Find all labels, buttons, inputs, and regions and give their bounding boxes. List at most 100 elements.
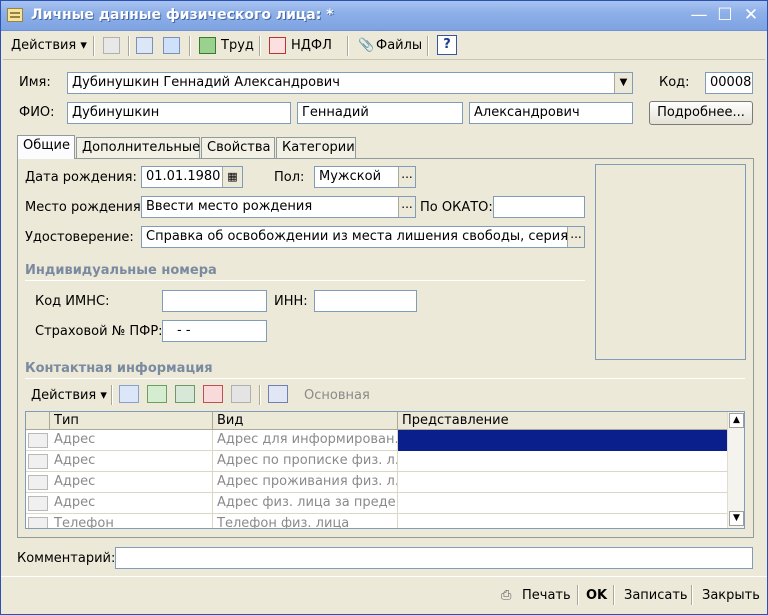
row-type: Адрес xyxy=(50,472,213,493)
structure-icon[interactable] xyxy=(136,37,153,54)
select-dots-icon[interactable]: ... xyxy=(398,167,415,187)
main-button[interactable]: Основная xyxy=(304,388,370,403)
calendar-icon[interactable]: ▦ xyxy=(222,167,242,187)
address-icon xyxy=(28,475,48,490)
address-icon xyxy=(28,433,48,448)
row-view[interactable] xyxy=(398,451,728,472)
photo-area[interactable] xyxy=(595,164,746,360)
birth-date-label: Дата рождения: xyxy=(25,170,137,185)
imns-field[interactable] xyxy=(162,290,267,312)
okato-field[interactable] xyxy=(493,196,585,218)
delete-row-icon[interactable] xyxy=(203,385,223,403)
contacts-title: Контактная информация xyxy=(25,361,213,376)
code-field[interactable]: 00008 xyxy=(705,72,753,94)
name-field[interactable]: Дубинушкин Геннадий Александрович ▼ xyxy=(67,72,633,94)
go-to-icon[interactable] xyxy=(163,37,180,54)
imns-label: Код ИМНС: xyxy=(35,294,110,309)
id-doc-label: Удостоверение: xyxy=(25,230,134,245)
tab-properties[interactable]: Свойства xyxy=(201,137,275,158)
pfr-field[interactable]: - - xyxy=(162,320,267,342)
fio-label: ФИО: xyxy=(19,105,55,120)
address-icon xyxy=(28,454,48,469)
save-button[interactable]: Записать xyxy=(624,585,688,607)
contacts-table[interactable]: Тип Вид Представление Адрес Адрес для ин… xyxy=(25,411,745,529)
labor-button[interactable]: Труд xyxy=(221,35,254,57)
toolbar: Действия ▾ Труд НДФЛ 📎 Файлы ? xyxy=(3,32,765,60)
paperclip-icon: 📎 xyxy=(358,38,375,53)
actions-menu[interactable]: Действия ▾ xyxy=(11,35,87,57)
scroll-down-icon[interactable]: ▼ xyxy=(729,511,744,526)
column-header-view[interactable]: Представление xyxy=(398,412,728,430)
scroll-up-icon[interactable]: ▲ xyxy=(729,413,744,428)
okato-label: По ОКАТО: xyxy=(420,200,493,215)
window-title: Личные данные физического лица: * xyxy=(31,7,334,23)
table-header-corner xyxy=(26,412,50,430)
row-view-selected[interactable] xyxy=(398,430,728,451)
row-kind: Адрес по прописке физ. л... xyxy=(213,451,398,472)
row-kind: Адрес физ. лица за преде... xyxy=(213,493,398,514)
tab-general[interactable]: Общие xyxy=(17,135,75,159)
gender-field[interactable]: Мужской ... xyxy=(314,166,416,188)
row-type: Адрес xyxy=(50,451,213,472)
individual-numbers-title: Индивидуальные номера xyxy=(25,263,217,278)
id-doc-field[interactable]: Справка об освобождении из места лишения… xyxy=(141,226,585,248)
select-dots-icon[interactable]: ... xyxy=(567,227,584,247)
table-row[interactable]: Адрес Адрес проживания физ. л... xyxy=(26,472,728,493)
more-button[interactable]: Подробнее... xyxy=(649,101,753,125)
copy-row-icon[interactable] xyxy=(147,385,167,403)
print-button[interactable]: Печать xyxy=(522,585,571,607)
pfr-label: Страховой № ПФР: xyxy=(35,324,163,339)
last-name-field[interactable]: Дубинушкин xyxy=(67,102,291,124)
set-main-icon[interactable] xyxy=(268,385,288,403)
row-type: Адрес xyxy=(50,430,213,451)
birth-place-label: Место рождения: xyxy=(25,200,146,215)
select-dots-icon[interactable]: ... xyxy=(398,197,415,217)
close-form-button[interactable]: Закрыть xyxy=(702,585,760,607)
table-row[interactable]: Адрес Адрес по прописке физ. л... xyxy=(26,451,728,472)
inn-field[interactable] xyxy=(314,290,417,312)
tab-categories[interactable]: Категории xyxy=(276,137,356,158)
address-icon xyxy=(28,496,48,511)
row-kind: Адрес проживания физ. л... xyxy=(213,472,398,493)
column-header-kind[interactable]: Вид xyxy=(213,412,398,430)
maximize-button[interactable]: ☐ xyxy=(714,5,736,26)
chevron-down-icon[interactable]: ▼ xyxy=(614,73,632,93)
table-row[interactable]: Адрес Адрес для информирован... xyxy=(26,430,728,451)
phone-icon xyxy=(28,517,48,528)
labor-icon xyxy=(199,37,216,54)
row-view[interactable] xyxy=(398,493,728,514)
table-row[interactable]: Адрес Адрес физ. лица за преде... xyxy=(26,493,728,514)
end-edit-icon[interactable] xyxy=(231,385,251,403)
table-row[interactable]: Телефон Телефон физ. лица xyxy=(26,514,728,528)
edit-row-icon[interactable] xyxy=(175,385,195,403)
code-label: Код: xyxy=(659,75,690,90)
ok-button[interactable]: OK xyxy=(586,585,607,607)
minimize-button[interactable]: — xyxy=(688,5,710,26)
row-kind: Адрес для информирован... xyxy=(213,430,398,451)
inn-label: ИНН: xyxy=(274,294,308,309)
column-header-type[interactable]: Тип xyxy=(50,412,213,430)
printer-icon: ⎙ xyxy=(501,588,512,603)
birth-place-field[interactable]: Ввести место рождения ... xyxy=(141,196,416,218)
table-scrollbar[interactable]: ▲ ▼ xyxy=(727,412,744,528)
row-view[interactable] xyxy=(398,472,728,493)
tax-icon xyxy=(269,37,286,54)
files-button[interactable]: Файлы xyxy=(376,35,422,57)
help-button[interactable]: ? xyxy=(437,35,457,55)
row-view[interactable] xyxy=(398,514,728,528)
first-name-field[interactable]: Геннадий xyxy=(297,102,463,124)
close-button[interactable]: ✕ xyxy=(740,5,762,26)
add-row-icon[interactable] xyxy=(119,385,139,403)
title-bar: Личные данные физического лица: * — ☐ ✕ xyxy=(1,1,767,31)
middle-name-field[interactable]: Александрович xyxy=(469,102,633,124)
contacts-actions-menu[interactable]: Действия ▾ xyxy=(31,388,107,403)
ndfl-button[interactable]: НДФЛ xyxy=(291,35,332,57)
row-type: Телефон xyxy=(50,514,213,528)
nav-back-icon[interactable] xyxy=(103,37,120,54)
comment-field[interactable] xyxy=(115,547,753,569)
name-label: Имя: xyxy=(19,75,51,90)
birth-date-field[interactable]: 01.01.1980 ▦ xyxy=(141,166,243,188)
gender-label: Пол: xyxy=(274,170,305,185)
tab-additional[interactable]: Дополнительные xyxy=(76,137,200,158)
row-type: Адрес xyxy=(50,493,213,514)
